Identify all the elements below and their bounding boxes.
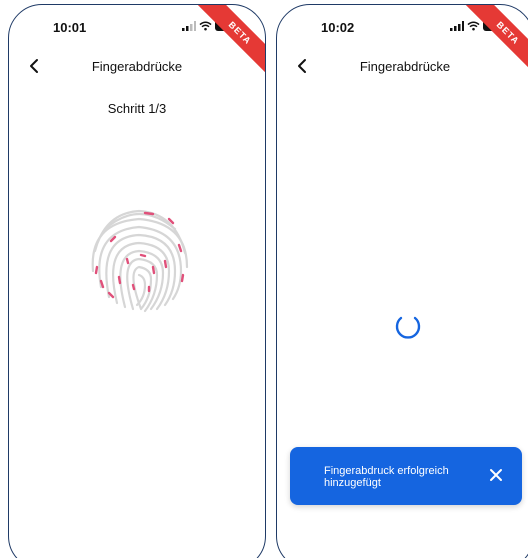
snackbar: Fingerabdruck erfolgreich hinzugefügt [290,447,522,505]
signal-icon [182,20,196,31]
nav-bar: Fingerabdrücke [9,49,265,83]
nav-bar: Fingerabdrücke [277,49,528,83]
snackbar-message: Fingerabdruck erfolgreich hinzugefügt [324,465,474,489]
phone-screen-step: 10:01 BETA Fingerabdrücke Schritt 1/3 [8,4,266,558]
close-icon[interactable] [488,467,504,483]
phone-screen-success: 10:02 BETA Fingerabdrücke Fingerabdruck … [276,4,528,558]
page-title: Fingerabdrücke [91,59,183,74]
wifi-icon [467,21,480,30]
status-time: 10:02 [321,20,355,35]
status-time: 10:01 [53,20,87,35]
step-label: Schritt 1/3 [107,101,167,116]
snackbar-message-line1: Fingerabdruck erfolgreich [324,465,449,477]
fingerprint-icon [91,209,189,313]
page-title: Fingerabdrücke [359,59,451,74]
wifi-icon [199,21,212,30]
snackbar-message-line2: hinzugefügt [324,477,381,489]
stage: 10:01 BETA Fingerabdrücke Schritt 1/3 10… [0,0,528,558]
signal-icon [450,20,464,31]
spinner-icon [395,316,421,339]
